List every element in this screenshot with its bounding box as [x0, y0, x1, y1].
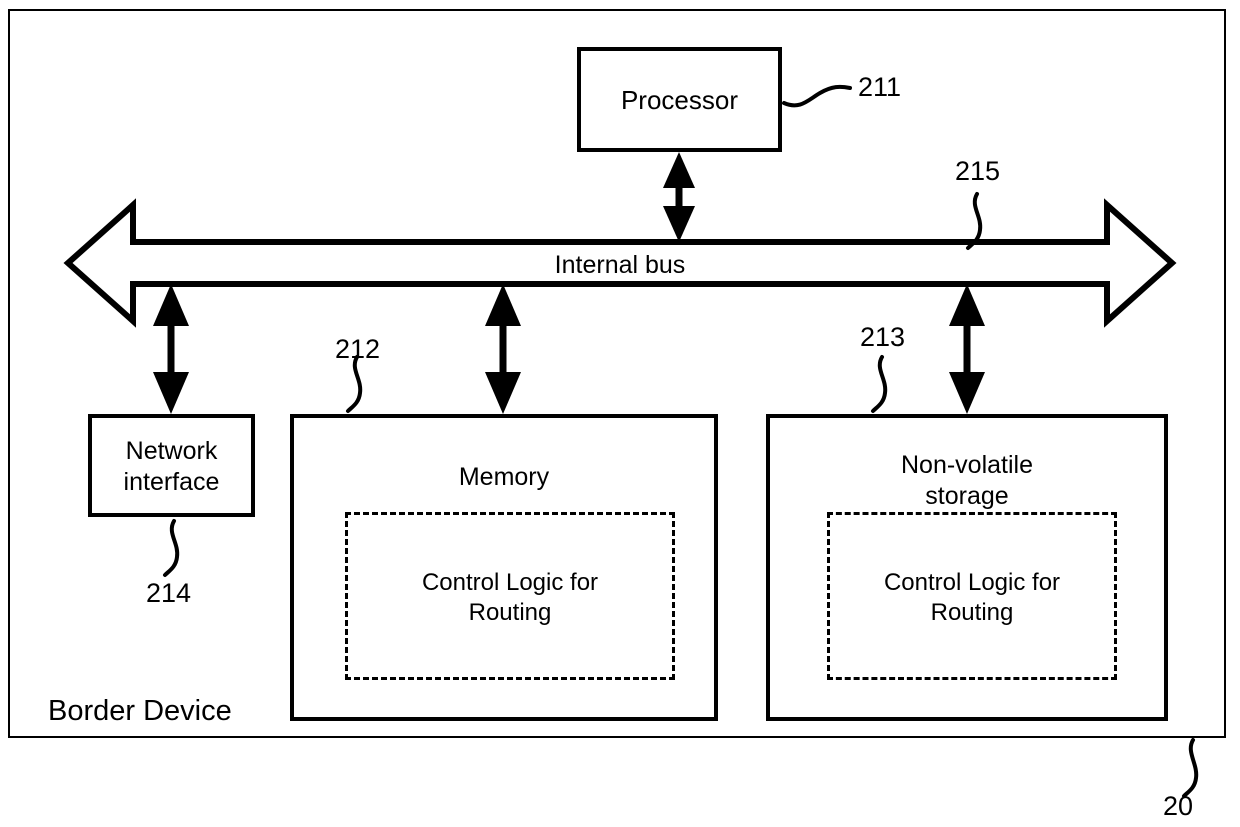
internal-bus-label: Internal bus [554, 251, 686, 279]
memory-control-logic-label: Control Logic for Routing [421, 569, 599, 626]
memory-block: Memory Control Logic for Routing [290, 414, 718, 721]
nonvolatile-control-logic-region: Control Logic for Routing [827, 512, 1117, 680]
reference-numeral-213: 213 [860, 322, 906, 352]
reference-numeral-215: 215 [955, 156, 1001, 186]
leader-line-20 [1182, 738, 1199, 798]
nonvolatile-storage-label: Non-volatile storage [900, 451, 1033, 510]
patent-figure: Processor Network interface Memory Contr… [0, 0, 1240, 827]
reference-numeral-211: 211 [858, 72, 902, 102]
reference-numeral-20: 20 [1163, 791, 1194, 821]
nonvolatile-control-logic-label: Control Logic for Routing [883, 569, 1061, 626]
nonvolatile-storage-block: Non-volatile storage Control Logic for R… [766, 414, 1168, 721]
reference-numeral-214: 214 [146, 578, 192, 608]
processor-block: Processor [577, 47, 782, 152]
memory-control-logic-region: Control Logic for Routing [345, 512, 675, 680]
network-interface-block: Network interface [88, 414, 255, 517]
network-interface-label: Network interface [123, 437, 220, 496]
border-device-label: Border Device [48, 695, 232, 727]
memory-label: Memory [458, 463, 550, 491]
processor-label: Processor [620, 85, 739, 115]
reference-numeral-212: 212 [335, 334, 381, 364]
